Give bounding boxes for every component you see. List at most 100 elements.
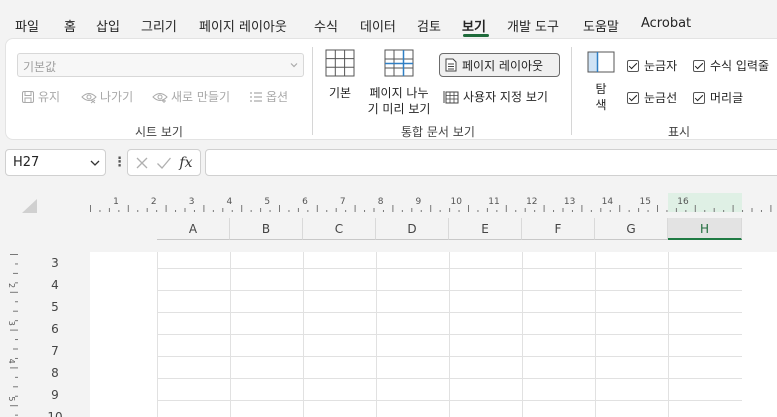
- options-label: 옵션: [266, 90, 289, 104]
- column-header-a[interactable]: A: [157, 218, 230, 240]
- row-header-9[interactable]: 9: [40, 388, 70, 402]
- formula-bar-label: 수식 입력줄: [710, 59, 770, 73]
- page-break-preview-button[interactable]: 페이지 나누 기 미리 보기: [364, 49, 434, 117]
- ruler-number: 6: [302, 197, 308, 207]
- page-break-label-2: 기 미리 보기: [367, 102, 431, 116]
- column-header-f[interactable]: F: [522, 218, 595, 240]
- tab-file[interactable]: 파일: [15, 16, 39, 35]
- tab-home[interactable]: 홈: [64, 16, 76, 35]
- list-options-icon: [250, 91, 262, 102]
- ruler-number: 14: [602, 197, 614, 207]
- chevron-down-icon: [90, 160, 100, 166]
- column-header-e[interactable]: E: [449, 218, 522, 240]
- name-box[interactable]: H27: [5, 149, 106, 176]
- tab-developer[interactable]: 개발 도구: [507, 16, 559, 35]
- ruler-number: 16: [677, 197, 689, 207]
- tab-help[interactable]: 도움말: [583, 16, 619, 35]
- column-header-g[interactable]: G: [595, 218, 668, 240]
- ruler-number: 12: [526, 197, 537, 207]
- normal-view-label: 기본: [328, 86, 352, 100]
- formula-bar-checkbox[interactable]: 수식 입력줄: [693, 57, 769, 74]
- gridlines-checkbox[interactable]: 눈금선: [627, 89, 677, 106]
- column-header-d[interactable]: D: [376, 218, 449, 240]
- ruler-number: 5: [264, 197, 270, 207]
- ruler-number: 11: [488, 197, 499, 207]
- ruler-number: 9: [416, 197, 422, 207]
- new-sheet-view-button[interactable]: 새로 만들기: [152, 88, 230, 105]
- tab-draw[interactable]: 그리기: [141, 16, 177, 35]
- ruler-number: 2: [151, 197, 157, 207]
- ruler-label: 눈금자: [644, 59, 678, 73]
- tab-insert[interactable]: 삽입: [96, 16, 120, 35]
- formula-input[interactable]: [205, 149, 777, 176]
- ruler-number: 4: [227, 197, 233, 207]
- workbook-views-group-label: 통합 문서 보기: [401, 125, 475, 139]
- tab-data[interactable]: 데이터: [360, 16, 396, 35]
- new-sheet-view-label: 새로 만들기: [171, 90, 231, 104]
- ruler-number: 15: [639, 197, 650, 207]
- active-tab-indicator: [463, 34, 489, 37]
- vertical-ruler: 2 3 4 5: [7, 254, 18, 416]
- tab-page-layout[interactable]: 페이지 레이아웃: [199, 16, 287, 35]
- cancel-icon[interactable]: [135, 156, 149, 170]
- more-options-icon[interactable]: ⋮: [113, 155, 126, 170]
- navigation-button[interactable]: 탐 색: [586, 51, 616, 113]
- column-header-b[interactable]: B: [230, 218, 303, 240]
- ruler-number: 5: [7, 396, 16, 401]
- row-header-3[interactable]: 3: [40, 256, 70, 270]
- exit-button[interactable]: 나가기: [81, 88, 133, 105]
- page-break-label-1: 페이지 나누: [369, 86, 429, 100]
- normal-view-button[interactable]: 기본: [325, 49, 355, 101]
- confirm-icon[interactable]: [156, 156, 172, 170]
- ruler-number: 2: [7, 283, 16, 288]
- group-separator: [312, 47, 313, 135]
- page-layout-button[interactable]: 페이지 레이아웃: [439, 53, 560, 77]
- gridlines-label: 눈금선: [644, 91, 678, 105]
- ruler-number: 3: [7, 321, 16, 326]
- keep-label: 유지: [38, 90, 61, 104]
- sheet-view-value: 기본값: [23, 60, 57, 74]
- row-header-10[interactable]: 10: [40, 410, 70, 417]
- keep-button[interactable]: 유지: [21, 88, 60, 105]
- sheet-view-group-label: 시트 보기: [135, 125, 183, 139]
- ruler-number: 7: [340, 197, 346, 207]
- ruler-number: 13: [564, 197, 575, 207]
- group-separator: [571, 47, 572, 135]
- tab-formulas[interactable]: 수식: [314, 16, 338, 35]
- row-header-4[interactable]: 4: [40, 278, 70, 292]
- page-layout-icon: [445, 58, 457, 72]
- row-header-7[interactable]: 7: [40, 344, 70, 358]
- navigation-pane-icon: [587, 51, 615, 73]
- save-icon: [22, 90, 34, 103]
- custom-views-icon: [443, 90, 459, 103]
- sheet-view-dropdown[interactable]: 기본값: [17, 53, 304, 77]
- tab-review[interactable]: 검토: [417, 16, 441, 35]
- name-box-value: H27: [13, 155, 40, 170]
- cell-grid[interactable]: [157, 252, 742, 417]
- custom-views-button[interactable]: 사용자 지정 보기: [443, 88, 548, 105]
- column-header-h[interactable]: H: [668, 218, 742, 240]
- column-header-c[interactable]: C: [303, 218, 376, 240]
- show-group-label: 표시: [668, 125, 691, 139]
- select-all-corner[interactable]: [22, 199, 37, 213]
- formula-buttons: fx: [127, 149, 201, 176]
- row-header-6[interactable]: 6: [40, 322, 70, 336]
- checkbox-checked-icon: [627, 91, 639, 104]
- insert-function-icon[interactable]: fx: [179, 155, 192, 171]
- ruler-number: 1: [113, 197, 119, 207]
- checkbox-checked-icon: [693, 91, 705, 104]
- tab-acrobat[interactable]: Acrobat: [641, 16, 691, 31]
- ribbon: 기본값 유지 나가기 새로 만들기 옵션 시트 보기 기본 페이지 나누 기 미…: [5, 38, 777, 140]
- ruler-number: 10: [450, 197, 462, 207]
- navigation-label-1: 탐: [595, 82, 607, 96]
- ruler-checkbox[interactable]: 눈금자: [627, 57, 677, 74]
- headings-checkbox[interactable]: 머리글: [693, 89, 743, 106]
- tab-view[interactable]: 보기: [462, 16, 486, 35]
- eye-new-icon: [152, 92, 168, 103]
- menu-tabs: 파일 홈 삽입 그리기 페이지 레이아웃 수식 데이터 검토 보기 개발 도구 …: [0, 0, 777, 38]
- ruler-number: 8: [378, 197, 384, 207]
- options-button[interactable]: 옵션: [249, 88, 288, 105]
- checkbox-checked-icon: [627, 59, 639, 72]
- row-header-5[interactable]: 5: [40, 300, 70, 314]
- row-header-8[interactable]: 8: [40, 366, 70, 380]
